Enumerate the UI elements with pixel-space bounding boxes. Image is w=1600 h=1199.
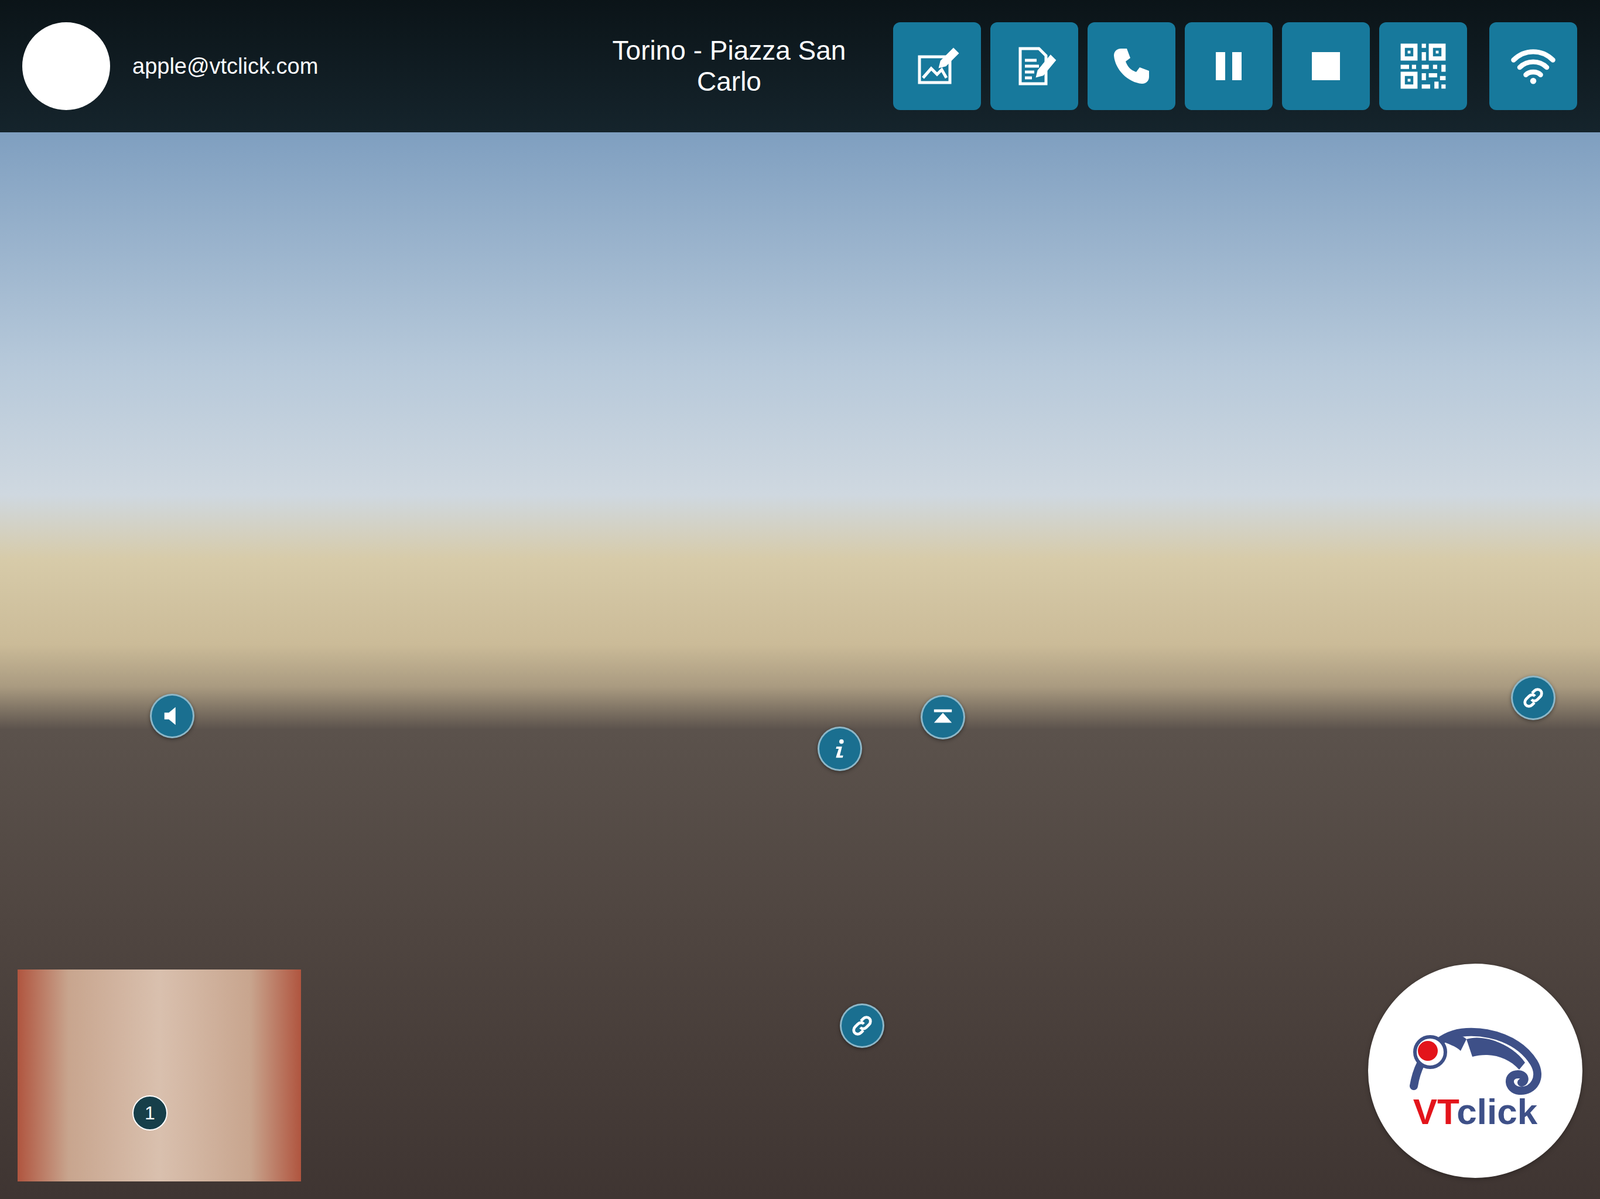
edit-document-button[interactable] [990, 22, 1079, 111]
virtual-tour-app: apple@vtclick.com Torino - Piazza San Ca… [0, 0, 1600, 1199]
toolbar [893, 22, 1578, 111]
user-email: apple@vtclick.com [132, 53, 319, 80]
tour-title: Torino - Piazza San Carlo [588, 35, 870, 98]
edit-image-icon [913, 42, 961, 90]
wifi-button[interactable] [1489, 22, 1578, 111]
audio-icon [161, 705, 184, 728]
panorama-viewer[interactable]: 1 VTclick [0, 132, 1600, 1199]
avatar[interactable] [22, 22, 111, 111]
info-hotspot[interactable] [817, 726, 863, 772]
chameleon-icon [1402, 1016, 1549, 1099]
up-hotspot[interactable] [920, 695, 966, 740]
qr-button[interactable] [1379, 22, 1468, 111]
top-bar: apple@vtclick.com Torino - Piazza San Ca… [0, 0, 1600, 133]
logo-text: VTclick [1413, 1092, 1538, 1133]
up-arrow-icon [931, 706, 955, 729]
link-icon [1521, 686, 1545, 710]
wifi-icon [1508, 41, 1558, 91]
link-icon [850, 1014, 874, 1038]
link-hotspot[interactable] [839, 1003, 885, 1049]
pause-button[interactable] [1184, 22, 1273, 111]
pause-icon [1205, 42, 1253, 90]
minimap-marker[interactable]: 1 [132, 1095, 168, 1131]
link-hotspot[interactable] [1510, 675, 1556, 721]
edit-image-button[interactable] [893, 22, 981, 111]
audio-hotspot[interactable] [149, 693, 195, 739]
info-icon [828, 737, 851, 761]
user-info: apple@vtclick.com [22, 22, 589, 111]
stop-button[interactable] [1281, 22, 1370, 111]
minimap[interactable]: 1 [17, 969, 302, 1182]
qr-code-icon [1395, 38, 1452, 95]
phone-icon [1108, 42, 1155, 90]
edit-document-icon [1010, 42, 1058, 90]
vtclick-logo[interactable]: VTclick [1368, 963, 1583, 1179]
stop-icon [1302, 42, 1350, 90]
phone-button[interactable] [1087, 22, 1176, 111]
